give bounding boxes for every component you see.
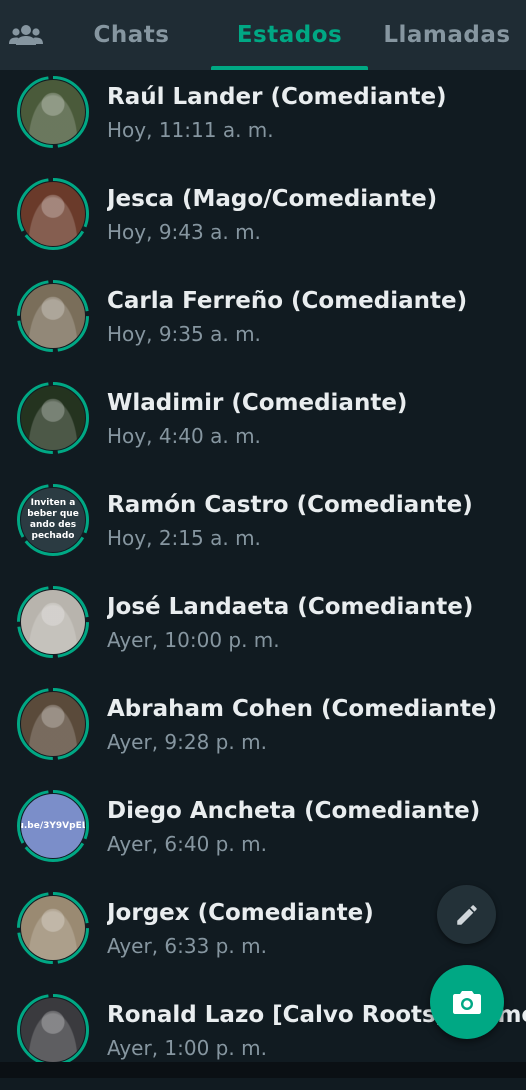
contact-name: Carla Ferreño (Comediante) (107, 288, 468, 314)
avatar (21, 896, 85, 960)
contact-name: Raúl Lander (Comediante) (107, 84, 447, 110)
avatar (21, 590, 85, 654)
camera-status-button[interactable] (430, 965, 504, 1039)
avatar-caption: youtu.be/3Y9VpELSlcM (21, 820, 85, 831)
avatar (21, 284, 85, 348)
status-row[interactable]: José Landaeta (Comediante) Ayer, 10:00 p.… (0, 580, 526, 682)
avatar (21, 998, 85, 1062)
avatar-photo (21, 692, 85, 756)
avatar-photo (21, 896, 85, 960)
avatar-caption: Inviten a beber que ando des pechado (27, 498, 79, 541)
camera-icon (453, 991, 481, 1014)
avatar: Inviten a beber que ando des pechado (21, 488, 85, 552)
status-row[interactable]: Raúl Lander (Comediante) Hoy, 11:11 a. m. (0, 70, 526, 172)
avatar (21, 182, 85, 246)
contact-name: Diego Ancheta (Comediante) (107, 798, 481, 824)
status-row[interactable]: youtu.be/3Y9VpELSlcM Diego Ancheta (Comed… (0, 784, 526, 886)
status-time: Ayer, 6:33 p. m. (107, 934, 267, 958)
tab-calls[interactable]: Llamadas (368, 0, 526, 70)
status-time: Hoy, 11:11 a. m. (107, 118, 274, 142)
contact-name: Wladimir (Comediante) (107, 390, 408, 416)
system-nav-bar (0, 1062, 526, 1078)
status-row[interactable]: Inviten a beber que ando des pechado Ramó… (0, 478, 526, 580)
tab-community[interactable] (0, 0, 52, 70)
status-time: Hoy, 4:40 a. m. (107, 424, 261, 448)
new-text-status-button[interactable] (437, 885, 496, 944)
status-row[interactable]: Jesca (Mago/Comediante) Hoy, 9:43 a. m. (0, 172, 526, 274)
tab-chats[interactable]: Chats (52, 0, 211, 70)
avatar-photo (21, 182, 85, 246)
avatar-photo (21, 590, 85, 654)
avatar-photo (21, 284, 85, 348)
status-time: Hoy, 9:43 a. m. (107, 220, 261, 244)
status-time: Ayer, 6:40 p. m. (107, 832, 267, 856)
avatar-photo (21, 998, 85, 1062)
avatar-photo (21, 386, 85, 450)
contact-name: Abraham Cohen (Comediante) (107, 696, 498, 722)
avatar-photo (21, 80, 85, 144)
status-time: Ayer, 10:00 p. m. (107, 628, 280, 652)
pencil-icon (456, 904, 477, 925)
avatar (21, 80, 85, 144)
top-tab-bar: Chats Estados Llamadas (0, 0, 526, 70)
status-row[interactable]: Abraham Cohen (Comediante) Ayer, 9:28 p. … (0, 682, 526, 784)
tab-status[interactable]: Estados (211, 0, 368, 70)
contact-name: José Landaeta (Comediante) (107, 594, 474, 620)
status-row[interactable]: Carla Ferreño (Comediante) Hoy, 9:35 a. m… (0, 274, 526, 376)
status-time: Hoy, 9:35 a. m. (107, 322, 261, 346)
avatar (21, 692, 85, 756)
avatar: youtu.be/3Y9VpELSlcM (21, 794, 85, 858)
contact-name: Ramón Castro (Comediante) (107, 492, 473, 518)
status-time: Hoy, 2:15 a. m. (107, 526, 261, 550)
status-time: Ayer, 1:00 p. m. (107, 1036, 267, 1060)
status-row[interactable]: Wladimir (Comediante) Hoy, 4:40 a. m. (0, 376, 526, 478)
avatar (21, 386, 85, 450)
community-icon (9, 25, 43, 45)
contact-name: Jesca (Mago/Comediante) (107, 186, 438, 212)
status-time: Ayer, 9:28 p. m. (107, 730, 267, 754)
